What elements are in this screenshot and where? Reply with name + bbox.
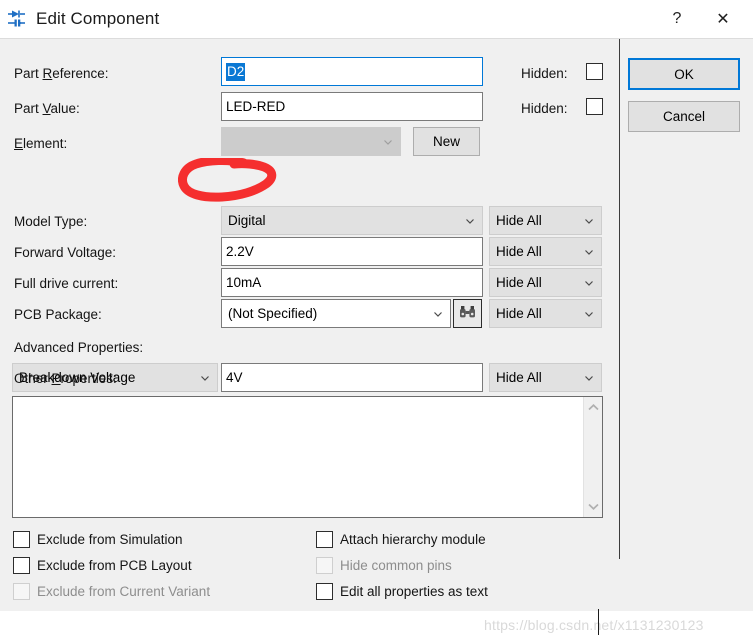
checkbox-box xyxy=(316,557,333,574)
pcb-package-dropdown[interactable]: (Not Specified) xyxy=(221,299,451,328)
forward-voltage-visibility-value: Hide All xyxy=(496,244,542,259)
checkbox-label: Hide common pins xyxy=(340,558,452,573)
chevron-down-icon xyxy=(462,213,478,229)
part-value-value: LED-RED xyxy=(226,99,286,114)
forward-voltage-label: Forward Voltage: xyxy=(14,245,117,260)
close-button[interactable]: ✕ xyxy=(700,0,746,38)
checkbox-box xyxy=(13,583,30,600)
chevron-down-icon xyxy=(430,306,446,322)
checkbox-edit-all-properties-as-text[interactable]: Edit all properties as text xyxy=(316,583,488,600)
edit-component-dialog: Part Reference: D2 Hidden: Part Value: L… xyxy=(0,38,753,635)
help-button[interactable]: ? xyxy=(654,0,700,38)
checkbox-box[interactable] xyxy=(316,531,333,548)
title-bar: Edit Component ? ✕ xyxy=(0,0,753,38)
new-element-button[interactable]: New xyxy=(413,127,480,156)
checkbox-label: Exclude from Simulation xyxy=(37,532,183,547)
checkbox-exclude-from-current-variant: Exclude from Current Variant xyxy=(13,583,210,600)
other-properties-text[interactable] xyxy=(13,397,583,517)
part-reference-label: Part Reference: xyxy=(14,66,109,81)
advanced-property-visibility-dropdown[interactable]: Hide All xyxy=(489,363,602,392)
advanced-property-value: 4V xyxy=(226,370,243,385)
pcb-package-visibility-dropdown[interactable]: Hide All xyxy=(489,299,602,328)
checkbox-label: Attach hierarchy module xyxy=(340,532,486,547)
vertical-separator xyxy=(619,39,620,559)
part-reference-input[interactable]: D2 xyxy=(221,57,483,86)
window-title: Edit Component xyxy=(36,9,160,28)
checkbox-label: Exclude from PCB Layout xyxy=(37,558,192,573)
checkbox-exclude-from-simulation[interactable]: Exclude from Simulation xyxy=(13,531,183,548)
checkbox-attach-hierarchy-module[interactable]: Attach hierarchy module xyxy=(316,531,486,548)
forward-voltage-value: 2.2V xyxy=(226,244,254,259)
pcb-package-visibility-value: Hide All xyxy=(496,306,542,321)
checkbox-exclude-from-pcb-layout[interactable]: Exclude from PCB Layout xyxy=(13,557,192,574)
part-value-label: Part Value: xyxy=(14,101,80,116)
full-drive-current-label: Full drive current: xyxy=(14,276,119,291)
part-reference-value: D2 xyxy=(226,63,246,81)
element-label: Element: xyxy=(14,136,68,151)
chevron-down-icon xyxy=(581,275,597,291)
other-properties-scrollbar[interactable] xyxy=(583,397,602,517)
chevron-down-icon xyxy=(380,134,396,150)
watermark-text: https://blog.csdn.net/x1131230123 xyxy=(484,617,704,633)
pcb-package-browse-button[interactable] xyxy=(453,299,482,328)
checkbox-label: Edit all properties as text xyxy=(340,584,488,599)
full-drive-current-visibility-value: Hide All xyxy=(496,275,542,290)
chevron-down-icon xyxy=(581,306,597,322)
part-reference-hidden-checkbox[interactable] xyxy=(586,63,603,80)
other-properties-label-text: Other Properties: xyxy=(14,371,117,386)
scroll-down-icon[interactable] xyxy=(587,499,600,514)
model-type-dropdown[interactable]: Digital xyxy=(221,206,483,235)
scroll-up-icon[interactable] xyxy=(587,400,600,415)
component-diode-icon xyxy=(6,8,28,30)
forward-voltage-visibility-dropdown[interactable]: Hide All xyxy=(489,237,602,266)
element-dropdown xyxy=(221,127,401,156)
title-bar-buttons: ? ✕ xyxy=(654,0,753,38)
checkbox-hide-common-pins: Hide common pins xyxy=(316,557,452,574)
checkbox-box[interactable] xyxy=(13,531,30,548)
ok-button[interactable]: OK xyxy=(628,58,740,90)
advanced-property-visibility-value: Hide All xyxy=(496,370,542,385)
cancel-button[interactable]: Cancel xyxy=(628,101,740,132)
advanced-properties-label: Advanced Properties: xyxy=(14,340,144,355)
model-type-visibility-dropdown[interactable]: Hide All xyxy=(489,206,602,235)
model-type-value: Digital xyxy=(228,213,266,228)
forward-voltage-input[interactable]: 2.2V xyxy=(221,237,483,266)
chevron-down-icon xyxy=(581,370,597,386)
chevron-down-icon xyxy=(581,213,597,229)
model-type-label: Model Type: xyxy=(14,214,88,229)
checkbox-box[interactable] xyxy=(316,583,333,600)
chevron-down-icon xyxy=(581,244,597,260)
part-value-hidden-label: Hidden: xyxy=(521,101,568,116)
text-caret xyxy=(598,609,599,635)
full-drive-current-visibility-dropdown[interactable]: Hide All xyxy=(489,268,602,297)
full-drive-current-input[interactable]: 10mA xyxy=(221,268,483,297)
binoculars-icon xyxy=(459,305,476,322)
checkbox-box[interactable] xyxy=(13,557,30,574)
full-drive-current-value: 10mA xyxy=(226,275,262,290)
other-properties-textarea[interactable] xyxy=(12,396,603,518)
chevron-down-icon xyxy=(197,370,213,386)
pcb-package-value: (Not Specified) xyxy=(228,306,318,321)
advanced-property-value-input[interactable]: 4V xyxy=(221,363,483,392)
checkbox-label: Exclude from Current Variant xyxy=(37,584,211,599)
part-value-hidden-checkbox[interactable] xyxy=(586,98,603,115)
part-value-input[interactable]: LED-RED xyxy=(221,92,483,121)
model-type-visibility-value: Hide All xyxy=(496,213,542,228)
pcb-package-label: PCB Package: xyxy=(14,307,102,322)
part-reference-hidden-label: Hidden: xyxy=(521,66,568,81)
